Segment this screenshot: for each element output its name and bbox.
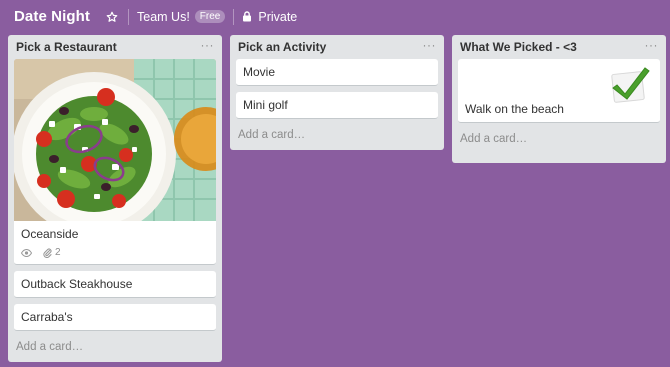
list-pick-a-restaurant: Pick a Restaurant ··· Oceanside 2 Outbac… — [8, 35, 222, 362]
card-oceanside[interactable]: Oceanside 2 — [14, 59, 216, 265]
card-badges: 2 — [14, 247, 216, 264]
visibility-button[interactable]: Private — [242, 10, 297, 24]
card-carrabas[interactable]: Carraba's — [14, 304, 216, 331]
list-menu-icon[interactable]: ··· — [645, 39, 659, 53]
card-title: Carraba's — [21, 310, 73, 324]
add-card-button[interactable]: Add a card… — [458, 129, 660, 151]
card-title: Movie — [243, 65, 276, 79]
add-card-button[interactable]: Add a card… — [236, 125, 438, 147]
list-header: Pick a Restaurant ··· — [14, 35, 216, 59]
card-outback-steakhouse[interactable]: Outback Steakhouse — [14, 271, 216, 298]
list-title[interactable]: Pick a Restaurant — [16, 40, 117, 54]
attachment-count: 2 — [55, 247, 61, 258]
list-menu-icon[interactable]: ··· — [201, 39, 215, 53]
team-plan-badge: Free — [194, 10, 226, 23]
list-title[interactable]: Pick an Activity — [238, 40, 326, 54]
board-title[interactable]: Date Night — [14, 8, 90, 25]
card-movie[interactable]: Movie — [236, 59, 438, 86]
paperclip-icon — [43, 247, 52, 258]
add-card-button[interactable]: Add a card… — [14, 337, 216, 359]
team-name[interactable]: Team Us! — [137, 10, 190, 24]
card-title: Walk on the beach — [465, 102, 564, 116]
attachment-badge: 2 — [43, 247, 61, 258]
header-divider — [233, 8, 235, 25]
list-menu-icon[interactable]: ··· — [423, 39, 437, 53]
card-mini-golf[interactable]: Mini golf — [236, 92, 438, 119]
card-walk-on-the-beach[interactable]: Walk on the beach — [458, 59, 660, 123]
list-what-we-picked: What We Picked - <3 ··· Walk on the beac… — [452, 35, 666, 163]
list-header: What We Picked - <3 ··· — [458, 35, 660, 59]
header-divider — [128, 8, 129, 25]
salad-photo — [14, 59, 216, 221]
card-title: Outback Steakhouse — [21, 277, 133, 291]
board-header: Date Night Team Us! Free Private — [0, 0, 670, 33]
star-icon[interactable] — [104, 9, 120, 25]
watching-icon — [21, 248, 35, 257]
lock-icon — [243, 11, 252, 22]
card-title: Mini golf — [243, 98, 288, 112]
list-header: Pick an Activity ··· — [236, 35, 438, 59]
visibility-label: Private — [258, 9, 298, 24]
card-title: Oceanside — [21, 227, 79, 241]
list-title[interactable]: What We Picked - <3 — [460, 40, 577, 54]
list-pick-an-activity: Pick an Activity ··· Movie Mini golf Add… — [230, 35, 444, 150]
green-checkmark-icon — [608, 63, 650, 108]
